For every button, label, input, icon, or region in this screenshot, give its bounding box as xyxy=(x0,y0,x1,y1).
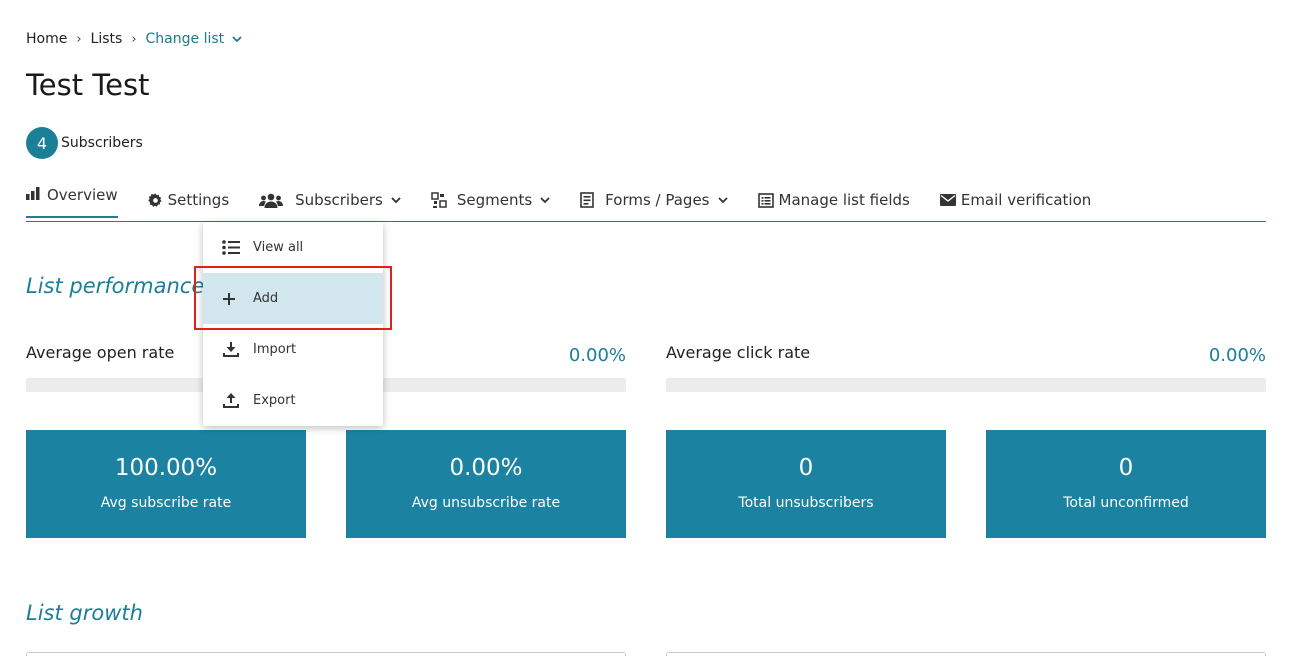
tab-segments[interactable]: Segments xyxy=(431,186,550,214)
subscriber-count-label: Subscribers xyxy=(61,135,143,151)
menu-item-import[interactable]: Import xyxy=(203,324,383,375)
tab-forms-pages-label: Forms / Pages xyxy=(605,191,710,209)
breadcrumb-separator: › xyxy=(76,31,82,47)
form-icon xyxy=(580,192,594,208)
change-list-dropdown[interactable]: Change list xyxy=(146,31,243,47)
page-title: Test Test xyxy=(26,68,150,102)
tab-settings-label: Settings xyxy=(167,191,230,209)
list-fields-icon xyxy=(757,192,774,208)
tab-email-verification[interactable]: Email verification xyxy=(939,186,1092,214)
growth-chart-panel xyxy=(26,652,626,656)
growth-chart-panel xyxy=(666,652,1266,656)
users-icon xyxy=(259,193,284,208)
tab-manage-list-fields[interactable]: Manage list fields xyxy=(757,186,910,214)
tab-overview-label: Overview xyxy=(47,186,118,204)
menu-item-export[interactable]: Export xyxy=(203,375,383,426)
stat-value: 0 xyxy=(1118,455,1134,481)
click-rate-value: 0.00% xyxy=(1208,345,1266,366)
menu-item-view-all-label: View all xyxy=(253,240,304,255)
download-icon xyxy=(223,342,239,357)
breadcrumb-separator: › xyxy=(131,31,137,47)
stat-label: Total unconfirmed xyxy=(1063,495,1189,511)
tab-settings[interactable]: Settings xyxy=(148,186,230,214)
tab-subscribers[interactable]: Subscribers xyxy=(259,186,401,214)
tab-manage-list-fields-label: Manage list fields xyxy=(778,191,910,209)
click-rate-progress-bar xyxy=(666,378,1266,392)
breadcrumb: Home › Lists › Change list xyxy=(26,31,242,47)
gear-icon xyxy=(148,192,162,207)
stat-card-total-unsubscribers: 0 Total unsubscribers xyxy=(666,430,946,538)
click-rate-label: Average click rate xyxy=(666,343,811,362)
chevron-down-icon xyxy=(540,196,550,203)
breadcrumb-home-link[interactable]: Home xyxy=(26,31,67,47)
subscriber-count: 4 Subscribers xyxy=(26,127,143,159)
tab-subscribers-label: Subscribers xyxy=(295,191,383,209)
stat-label: Avg subscribe rate xyxy=(100,495,232,511)
stat-value: 0.00% xyxy=(449,455,523,481)
bar-chart-icon xyxy=(26,187,40,200)
chevron-down-icon xyxy=(391,196,401,203)
list-tabs: Overview Settings Subscribers Segments F… xyxy=(26,186,1266,222)
chevron-down-icon xyxy=(232,35,242,42)
stat-value: 0 xyxy=(798,455,814,481)
stat-value: 100.00% xyxy=(114,455,218,481)
upload-icon xyxy=(223,393,239,408)
envelope-icon xyxy=(939,194,956,206)
open-rate-label: Average open rate xyxy=(26,343,175,362)
tab-forms-pages[interactable]: Forms / Pages xyxy=(580,186,728,214)
stat-card-total-unconfirmed: 0 Total unconfirmed xyxy=(986,430,1266,538)
list-performance-title: List performance xyxy=(26,274,205,298)
stat-card-unsubscribe-rate: 0.00% Avg unsubscribe rate xyxy=(346,430,626,538)
stat-label: Avg unsubscribe rate xyxy=(411,495,561,511)
change-list-label: Change list xyxy=(145,31,225,47)
menu-item-import-label: Import xyxy=(253,342,297,357)
tab-overview[interactable]: Overview xyxy=(26,181,118,218)
tab-segments-label: Segments xyxy=(456,191,533,209)
menu-item-export-label: Export xyxy=(253,393,296,408)
list-growth-title: List growth xyxy=(26,601,143,625)
stat-label: Total unsubscribers xyxy=(738,495,874,511)
breadcrumb-lists-link[interactable]: Lists xyxy=(91,31,123,47)
segments-icon xyxy=(431,191,447,208)
stat-card-subscribe-rate: 100.00% Avg subscribe rate xyxy=(26,430,306,538)
tab-email-verification-label: Email verification xyxy=(960,191,1092,209)
highlight-box xyxy=(194,266,392,330)
subscriber-count-badge: 4 xyxy=(26,127,58,159)
chevron-down-icon xyxy=(717,196,728,203)
list-icon xyxy=(222,240,240,255)
open-rate-value: 0.00% xyxy=(568,345,626,366)
